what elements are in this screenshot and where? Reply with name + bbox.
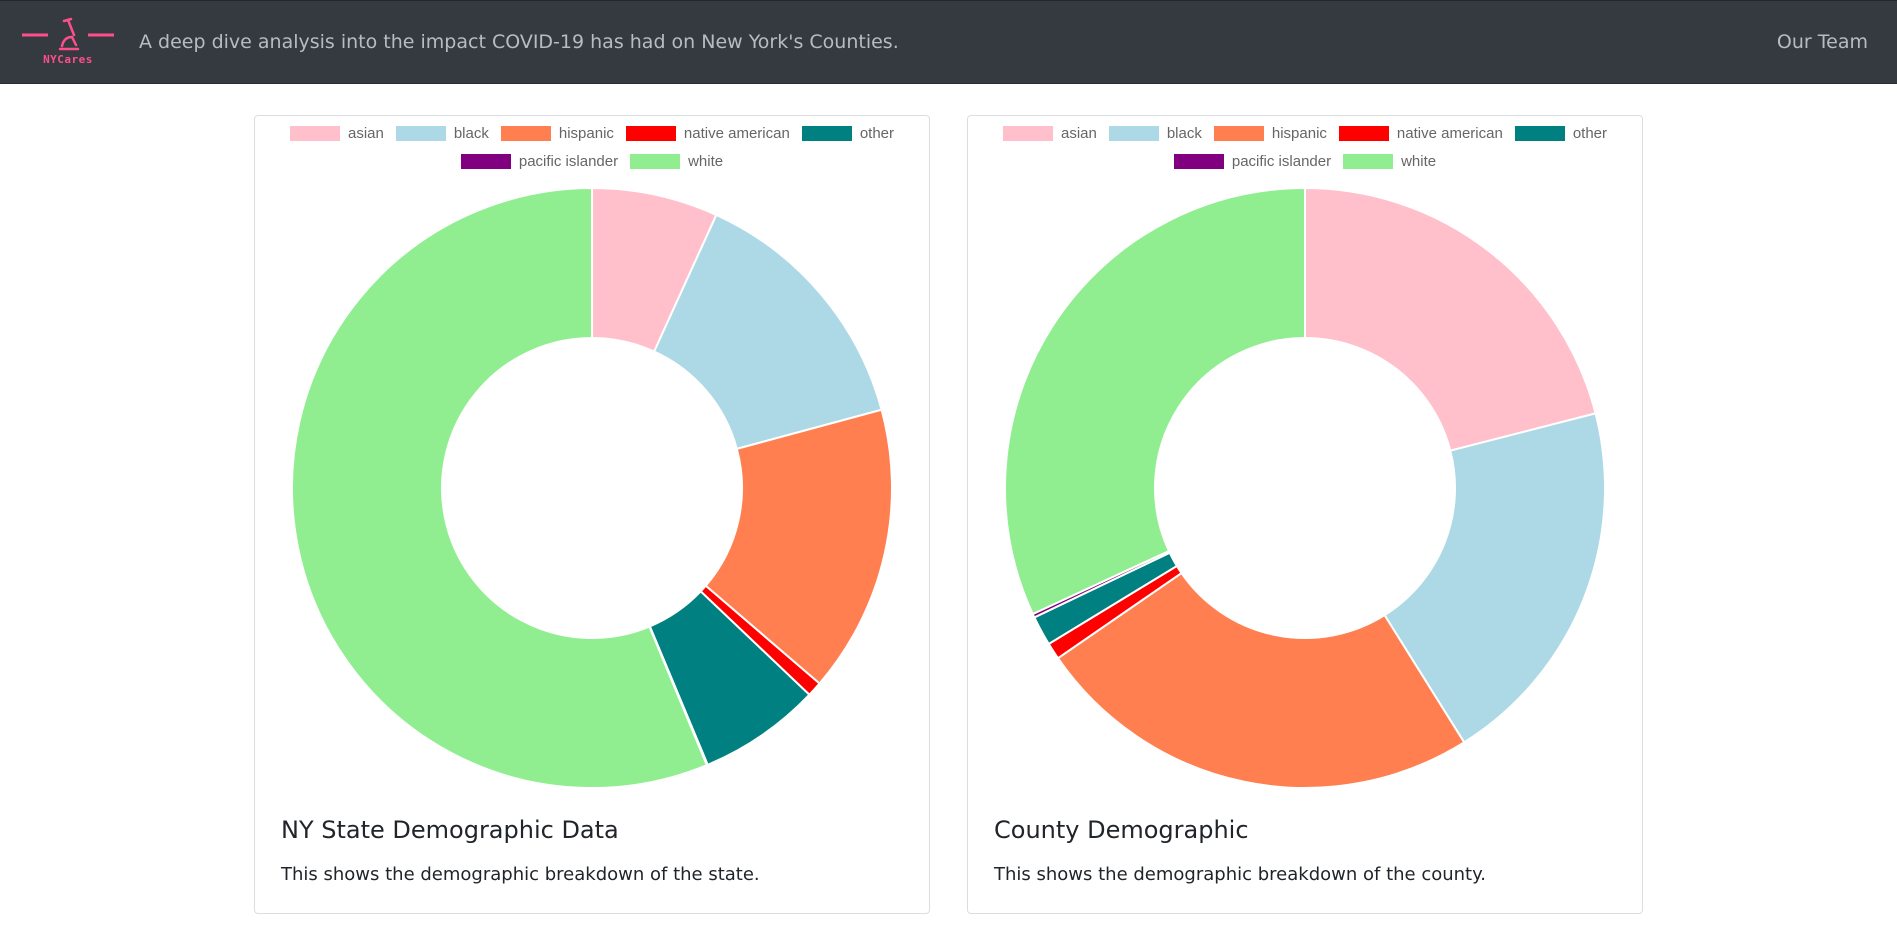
card-title: NY State Demographic Data — [281, 816, 619, 844]
navbar: NYCares A deep dive analysis into the im… — [0, 0, 1897, 84]
brand-name: NYCares — [43, 53, 93, 66]
legend-label: white — [1401, 153, 1437, 170]
legend-item-black[interactable]: black — [395, 125, 489, 142]
legend-swatch — [1213, 126, 1264, 141]
legend-label: hispanic — [1271, 125, 1327, 142]
chart-legend: asian black hispanic native american other pa… — [255, 116, 929, 186]
legend-swatch — [625, 126, 676, 141]
state-doughnut-chart — [291, 186, 893, 789]
slice-white[interactable] — [1004, 186, 1306, 616]
legend-swatch — [395, 126, 446, 141]
legend-swatch — [289, 126, 340, 141]
legend-item-white[interactable]: white — [1343, 153, 1436, 170]
county-doughnut-chart — [1004, 186, 1606, 789]
brand-logo[interactable]: NYCares — [18, 15, 118, 71]
legend-item-native-american[interactable]: native american — [1338, 125, 1503, 142]
legend-swatch — [500, 126, 551, 141]
card-description: This shows the demographic breakdown of … — [281, 864, 760, 885]
legend-label: asian — [347, 125, 384, 142]
legend-label: asian — [1060, 125, 1097, 142]
legend-swatch — [1514, 126, 1565, 141]
legend-label: black — [1166, 125, 1202, 142]
legend-label: hispanic — [558, 125, 614, 142]
legend-label: native american — [683, 125, 790, 142]
legend-swatch — [1173, 154, 1224, 169]
legend-label: pacific islander — [1231, 153, 1332, 170]
legend-swatch — [460, 154, 511, 169]
legend-label: black — [453, 125, 489, 142]
nav-link-our-team[interactable]: Our Team — [1777, 31, 1868, 53]
legend-item-black[interactable]: black — [1108, 125, 1202, 142]
legend-row: asian black hispanic native american other — [968, 125, 1642, 142]
legend-item-asian[interactable]: asian — [1002, 125, 1097, 142]
legend-swatch — [801, 126, 852, 141]
legend-item-other[interactable]: other — [801, 125, 895, 142]
legend-label: other — [859, 125, 895, 142]
legend-item-other[interactable]: other — [1514, 125, 1608, 142]
legend-item-native-american[interactable]: native american — [625, 125, 790, 142]
legend-label: other — [1572, 125, 1608, 142]
legend-swatch — [1108, 126, 1159, 141]
card-title: County Demographic — [994, 816, 1249, 844]
county-demographic-card: asian black hispanic native american other pa… — [967, 115, 1643, 914]
legend-swatch — [1343, 154, 1394, 169]
legend-item-hispanic[interactable]: hispanic — [1213, 125, 1327, 142]
legend-item-pacific-islander[interactable]: pacific islander — [460, 153, 619, 170]
legend-item-hispanic[interactable]: hispanic — [500, 125, 614, 142]
chart-legend: asian black hispanic native american other pa… — [968, 116, 1642, 186]
legend-swatch — [630, 154, 681, 169]
card-description: This shows the demographic breakdown of … — [994, 864, 1486, 885]
site-tagline: A deep dive analysis into the impact COV… — [139, 31, 899, 53]
state-demographic-card: asian black hispanic native american other pa… — [254, 115, 930, 914]
slice-asian[interactable] — [1304, 186, 1597, 452]
legend-label: native american — [1396, 125, 1503, 142]
legend-label: white — [688, 153, 724, 170]
legend-row: pacific islander white — [255, 153, 929, 170]
microscope-icon — [22, 17, 114, 51]
legend-item-white[interactable]: white — [630, 153, 723, 170]
legend-item-asian[interactable]: asian — [289, 125, 384, 142]
legend-swatch — [1002, 126, 1053, 141]
legend-label: pacific islander — [518, 153, 619, 170]
legend-swatch — [1338, 126, 1389, 141]
legend-item-pacific-islander[interactable]: pacific islander — [1173, 153, 1332, 170]
legend-row: asian black hispanic native american other — [255, 125, 929, 142]
legend-row: pacific islander white — [968, 153, 1642, 170]
